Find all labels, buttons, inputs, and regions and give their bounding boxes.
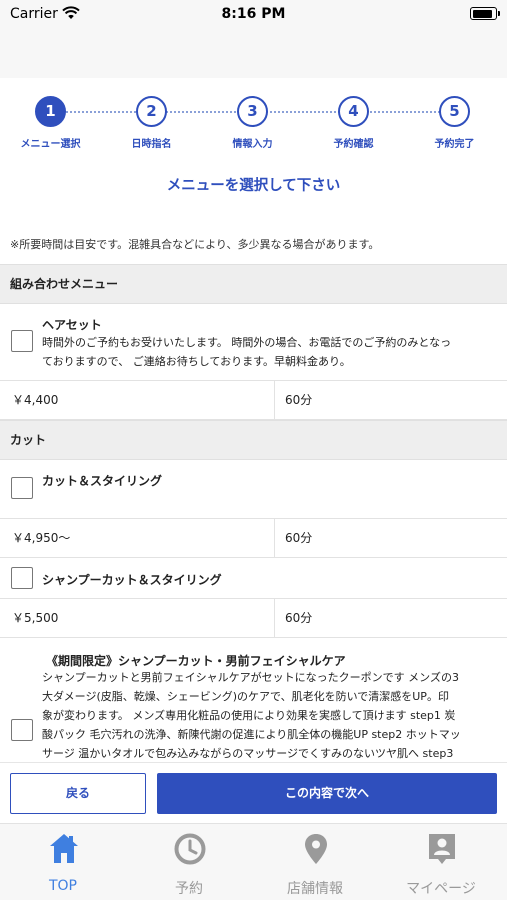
description-line: 時間外のご予約もお受けいたします。 時間外の場合、お電話でのご予約のみとなっ <box>42 336 452 349</box>
next-button[interactable]: この内容で次へ <box>157 773 497 814</box>
step-number: 4 <box>338 96 369 127</box>
menu-checkbox-cut-styling[interactable] <box>11 477 33 499</box>
description-line: 象が変わります。 メンズ専用化粧品の使用により効果を実感して頂けます step1… <box>42 709 456 722</box>
menu-item-description: 時間外のご予約もお受けいたします。 時間外の場合、お電話でのご予約のみとなっ て… <box>42 333 451 371</box>
tab-top[interactable]: TOP <box>0 824 126 900</box>
menu-checkbox-limited-facial-care[interactable] <box>11 719 33 741</box>
menu-price: ￥4,400 <box>12 393 59 407</box>
menu-item-title: シャンプーカット＆スタイリング <box>42 573 222 587</box>
clock-icon <box>174 833 206 865</box>
description-line: ておりますので、 ご連絡お待ちしております。早朝料金あり。 <box>42 355 351 368</box>
tab-mypage[interactable]: マイページ <box>378 824 504 900</box>
menu-price: ￥5,500 <box>12 611 59 625</box>
menu-item-description: シャンプーカットと男前フェイシャルケアがセットになったクーポンです メンズの3 … <box>42 668 500 763</box>
step-number: 1 <box>35 96 66 127</box>
navigation-bar <box>0 28 507 78</box>
tab-store-info[interactable]: 店舗情報 <box>252 824 378 900</box>
person-badge-icon <box>429 834 455 864</box>
status-time: 8:16 PM <box>221 6 286 22</box>
menu-item-title: ヘアセット <box>42 318 102 332</box>
step-number: 5 <box>439 96 470 127</box>
tab-label: 店舗情報 <box>287 881 343 897</box>
tab-bar: TOP 予約 店舗情報 マイページ <box>0 823 507 900</box>
page-title: メニューを選択して下さい <box>166 178 341 194</box>
description-line: シャンプーカットと男前フェイシャルケアがセットになったクーポンです メンズの3 <box>42 671 459 684</box>
status-bar: Carrier 8:16 PM <box>0 0 507 28</box>
step-3: 3 情報入力 <box>202 92 303 150</box>
menu-price: ￥4,950〜 <box>12 531 71 545</box>
step-5: 5 予約完了 <box>404 92 505 150</box>
tab-reservation[interactable]: 予約 <box>126 824 252 900</box>
section-header-combo-menu: 組み合わせメニュー <box>0 264 507 304</box>
menu-duration: 60分 <box>285 611 313 625</box>
home-icon <box>50 834 78 863</box>
tab-label: マイページ <box>406 881 476 897</box>
map-pin-icon <box>305 834 327 864</box>
menu-duration: 60分 <box>285 531 313 545</box>
menu-item-title: 《期間限定》シャンプーカット・男前フェイシャルケア <box>46 654 346 668</box>
price-divider <box>274 519 275 557</box>
description-line: 大ダメージ(皮脂、乾燥、シェービング)のケアで、肌老化を防いで清潔感をUP。印 <box>42 690 449 703</box>
step-2: 2 日時指名 <box>101 92 202 150</box>
battery-icon <box>470 7 500 20</box>
description-line: 酸パック 毛穴汚れの洗浄、新陳代謝の促進により肌全体の機能UP step2 ホッ… <box>42 728 461 741</box>
menu-duration: 60分 <box>285 393 313 407</box>
menu-checkbox-shampoo-cut-styling[interactable] <box>11 567 33 589</box>
action-bar: 戻る この内容で次へ <box>0 762 507 823</box>
step-label: 情報入力 <box>232 139 273 150</box>
price-divider <box>274 599 275 637</box>
price-row: ￥4,950〜 60分 <box>0 518 507 558</box>
step-label: 日時指名 <box>131 139 172 150</box>
step-4: 4 予約確認 <box>303 92 404 150</box>
step-number: 2 <box>136 96 167 127</box>
price-divider <box>274 381 275 419</box>
step-1: 1 メニュー選択 <box>0 92 101 150</box>
price-row: ￥5,500 60分 <box>0 598 507 638</box>
price-row: ￥4,400 60分 <box>0 380 507 420</box>
step-indicator: 1 メニュー選択 2 日時指名 3 情報入力 4 予約確認 5 予約完了 <box>0 92 507 154</box>
tab-label: 予約 <box>175 881 203 897</box>
menu-checkbox-hair-set[interactable] <box>11 330 33 352</box>
step-label: 予約完了 <box>434 139 475 150</box>
step-number: 3 <box>237 96 268 127</box>
menu-item-title: カット＆スタイリング <box>42 474 163 488</box>
step-label: メニュー選択 <box>20 139 81 150</box>
section-header-cut: カット <box>0 420 507 460</box>
step-label: 予約確認 <box>333 139 374 150</box>
back-button[interactable]: 戻る <box>10 773 146 814</box>
duration-notice: ※所要時間は目安です。混雑具合などにより、多少異なる場合があります。 <box>10 238 380 251</box>
tab-label: TOP <box>48 878 77 894</box>
description-line: サージ 温かいタオルで包み込みながらのマッサージでくすみのないツヤ肌へ step… <box>42 747 454 760</box>
